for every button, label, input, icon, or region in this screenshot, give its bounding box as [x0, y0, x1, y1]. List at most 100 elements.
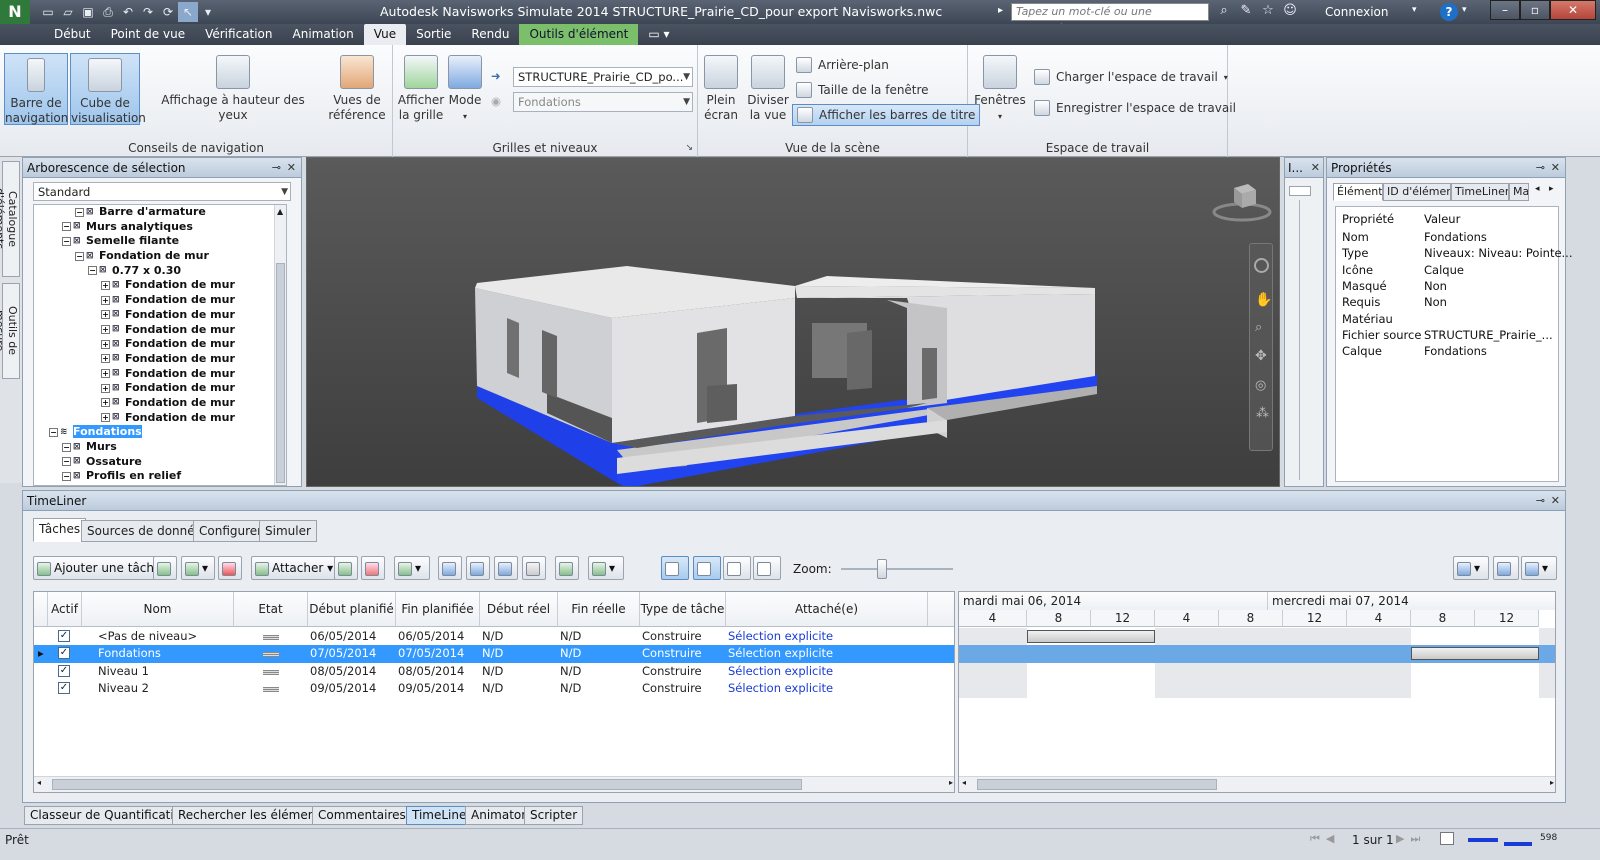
orbit-icon[interactable]: ✥	[1255, 348, 1267, 364]
columns-dropdown-button[interactable]: ▾	[588, 556, 624, 580]
tab-animator[interactable]: Animator	[465, 806, 533, 825]
tree-item[interactable]: + ⊠ Fondation de mur	[34, 278, 286, 293]
task-row[interactable]: ✓ Niveau 2 09/05/2014 09/05/2014 N/D N/D Const…	[34, 680, 954, 697]
tab-outils-mesure[interactable]: Outils de mesure	[0, 283, 20, 379]
expand-icon[interactable]: −	[62, 442, 71, 452]
zoom-window-icon[interactable]: ⌕	[1255, 320, 1262, 335]
undo-icon[interactable]: ↶	[118, 2, 138, 22]
detach-button[interactable]	[361, 556, 385, 580]
tab-animation[interactable]: Animation	[283, 24, 364, 45]
outdent-button[interactable]	[522, 556, 546, 580]
tree-item[interactable]: − ⊠ Murs	[34, 440, 286, 455]
prop-tab-timeliner[interactable]: TimeLiner	[1451, 183, 1509, 201]
expand-icon[interactable]: +	[101, 310, 110, 320]
scroll-up-icon[interactable]: ▲	[277, 207, 283, 216]
afficher-barres-titre-button[interactable]: Afficher les barres de titre	[792, 104, 981, 126]
tree-item[interactable]: + ⊠ Fondation de mur	[34, 337, 286, 352]
expand-icon[interactable]: −	[75, 251, 84, 261]
view-grid-button[interactable]	[661, 556, 689, 580]
comment-button[interactable]	[555, 556, 579, 580]
expand-icon[interactable]: +	[101, 383, 110, 393]
tree-item[interactable]: − ⊠ Barre d'armature	[34, 205, 286, 220]
mode-button[interactable]: Mode ▾	[445, 55, 485, 124]
enregistrer-espace-button[interactable]: Enregistrer l'espace de travail	[1034, 100, 1236, 116]
expand-icon[interactable]: −	[62, 471, 71, 481]
pan-hand-icon[interactable]: ✋	[1255, 292, 1272, 308]
plein-ecran-button[interactable]: Plein écran	[702, 55, 740, 123]
ribbon-minimize-icon[interactable]: ▭ ▾	[638, 24, 679, 45]
col-fin-planifiee[interactable]: Fin planifiée	[396, 592, 480, 627]
auto-add-button[interactable]	[153, 556, 177, 580]
expand-icon[interactable]: +	[101, 325, 110, 334]
star-icon[interactable]: ☆	[1257, 3, 1279, 18]
filter-gantt-button[interactable]: ▾	[1453, 556, 1489, 580]
col-fin-reelle[interactable]: Fin réelle	[558, 592, 640, 627]
tree-scrollbar[interactable]: ▲	[274, 205, 286, 485]
tree-item[interactable]: + ⊠ Fondation de mur	[34, 381, 286, 396]
task-row[interactable]: ✓ Niveau 1 08/05/2014 08/05/2014 N/D N/D Const…	[34, 663, 954, 680]
binoculars-icon[interactable]: ⌕	[1213, 3, 1235, 18]
tab-point-de-vue[interactable]: Point de vue	[101, 24, 196, 45]
tree-item[interactable]: − ⊠ Ossature	[34, 455, 286, 470]
steering-wheel-icon[interactable]	[1254, 258, 1269, 273]
redo-icon[interactable]: ↷	[138, 2, 158, 22]
save-icon[interactable]: ▣	[78, 2, 98, 22]
app-logo-icon[interactable]: N	[0, 0, 30, 24]
3d-viewport[interactable]: ✋ ⌕ ✥ ◎ ⁂	[306, 157, 1280, 487]
properties-pin-icon[interactable]: ⊸	[1536, 158, 1545, 178]
expand-icon[interactable]: −	[88, 266, 97, 276]
properties-close-icon[interactable]: ✕	[1551, 158, 1560, 178]
affichage-hauteur-yeux-button[interactable]: Affichage à hauteur des yeux	[148, 55, 318, 123]
attacher-button[interactable]: Attacher ▾	[251, 556, 338, 580]
refresh-icon[interactable]: ⟳	[158, 2, 178, 22]
prop-tab-next-icon[interactable]: ▸	[1549, 184, 1554, 194]
expand-icon[interactable]: +	[101, 339, 110, 349]
search-input[interactable]: Tapez un mot-clé ou une expression	[1011, 3, 1209, 34]
gantt-scroll-thumb[interactable]	[977, 779, 1217, 790]
view-cube-icon[interactable]	[1212, 180, 1274, 222]
page-next-last-icon[interactable]: ▶⏭	[1396, 832, 1426, 846]
pin-icon[interactable]: ⊸	[272, 158, 281, 178]
tab-configurer[interactable]: Configurer	[193, 520, 269, 542]
walk-icon[interactable]: ⁂	[1256, 406, 1269, 421]
view-both-button[interactable]	[693, 556, 721, 580]
expand-icon[interactable]: +	[101, 354, 110, 364]
tree-item[interactable]: − ≋ Fondations	[34, 425, 286, 440]
connexion-label[interactable]: Connexion	[1325, 5, 1389, 19]
help-icon[interactable]: ?	[1440, 3, 1458, 21]
delete-task-button[interactable]	[218, 556, 242, 580]
tab-catalogue-elements[interactable]: Catalogue d'éléments	[0, 161, 20, 277]
tree-item[interactable]: − ⊠ Semelle filante	[34, 234, 286, 249]
tab-scripter[interactable]: Scripter	[524, 806, 584, 825]
level-select[interactable]: Fondations ▼	[513, 92, 693, 112]
tree-item[interactable]: − ⊠ Murs analytiques	[34, 220, 286, 235]
print-icon[interactable]: ⎙	[98, 2, 118, 22]
expand-icon[interactable]: −	[49, 427, 58, 437]
gantt-bar[interactable]	[1411, 647, 1539, 661]
page-first-prev-icon[interactable]: ⏮◀	[1310, 832, 1340, 846]
mini-panel-slider[interactable]	[1289, 186, 1311, 196]
tree-item[interactable]: + ⊠ Fondation de mur	[34, 367, 286, 382]
afficher-grille-button[interactable]: Afficher la grille	[397, 55, 445, 123]
diviser-vue-button[interactable]: Diviser la vue	[744, 55, 792, 123]
grid-scroll-thumb[interactable]	[52, 779, 802, 790]
tab-sortie[interactable]: Sortie	[406, 24, 461, 45]
col-nom[interactable]: Nom	[82, 592, 234, 627]
expand-icon[interactable]: −	[75, 207, 84, 217]
grid-scroll-left-icon[interactable]: ◂	[37, 778, 41, 787]
prop-tab-element[interactable]: Élément	[1333, 183, 1383, 201]
expand-icon[interactable]: −	[62, 457, 71, 467]
move-up-button[interactable]	[438, 556, 462, 580]
look-icon[interactable]: ◎	[1255, 378, 1266, 393]
timeliner-close-icon[interactable]: ✕	[1551, 491, 1560, 511]
tab-verification[interactable]: Vérification	[195, 24, 282, 45]
attach-rules-button[interactable]	[334, 556, 358, 580]
select-cursor-icon[interactable]: ↖	[178, 2, 198, 22]
tree-mode-select[interactable]: Standard ▼	[33, 182, 291, 201]
expand-icon[interactable]: +	[101, 398, 110, 408]
collapsed-panel-close-icon[interactable]: ✕	[1311, 158, 1320, 178]
sheet-browser-icon[interactable]	[1440, 832, 1454, 845]
tree-item[interactable]: + ⊠ Fondation de mur	[34, 293, 286, 308]
col-etat[interactable]: Etat	[234, 592, 308, 627]
charger-espace-button[interactable]: Charger l'espace de travail ▾	[1034, 69, 1228, 85]
